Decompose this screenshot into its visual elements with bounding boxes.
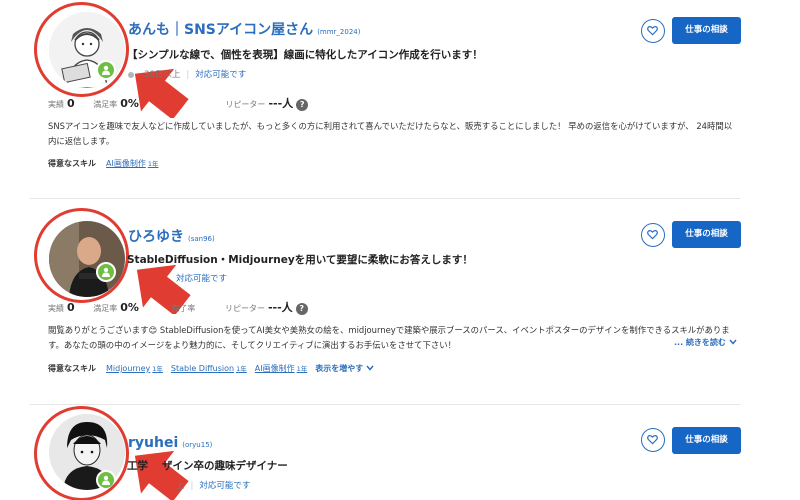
achievements-label: 実績 <box>48 100 64 109</box>
seller-card: あんも｜SNSアイコン屋さん (mmr_2024) 【シンプルな線で、個性を表現】… <box>0 0 800 198</box>
completion-label: 完了率 <box>171 304 196 313</box>
seller-name-row: あんも｜SNSアイコン屋さん (mmr_2024) <box>128 19 360 39</box>
seller-card: ryuhei (oryu15) 工学 ザイン卒の趣味デザイナー 上 | 対応可能です 仕… <box>0 406 800 500</box>
heart-icon <box>647 435 658 445</box>
seller-stats: 実績 0 満足率 0% 完了率 リピーター ---人? <box>48 299 308 315</box>
seller-headline: StableDiffusion・Midjourneyを用いて要望に柔軟にお答えし… <box>127 254 473 266</box>
skill-years: 1年 <box>296 365 308 373</box>
headline-fragment: 工学 <box>127 460 148 472</box>
availability-status: 対応可能です <box>176 274 228 284</box>
last-login-fragment: 上 <box>176 481 185 491</box>
heart-icon <box>647 230 658 240</box>
seller-name-row: ryuhei (oryu15) <box>128 432 212 451</box>
seller-meta: 30日以上 | 対応可能です <box>128 68 246 80</box>
red-circle-highlight <box>34 406 129 500</box>
favorite-button[interactable] <box>641 223 665 247</box>
seller-name-link[interactable]: ひろゆき <box>128 229 184 245</box>
availability-status: 対応可能です <box>199 481 251 491</box>
skills-label: 得意なスキル <box>48 364 96 373</box>
seller-description: SNSアイコンを趣味で友人などに作成していましたが、もっと多くの方に利用されて喜… <box>48 121 733 146</box>
skill-years: 1年 <box>152 365 163 373</box>
satisfaction-value: 0% <box>120 301 139 314</box>
repeaters-value: ---人 <box>267 301 293 314</box>
repeaters-label: リピーター <box>224 304 265 313</box>
read-more-link[interactable]: ... 続きを読む <box>674 337 737 348</box>
seller-name-row: ひろゆき (san96) <box>128 226 215 246</box>
chevron-down-icon <box>729 339 737 345</box>
skill-name: Midjourney <box>106 364 151 373</box>
seller-meta: 上 | 対応可能です <box>176 479 250 491</box>
seller-handle: (mmr_2024) <box>317 28 361 36</box>
achievements-value: 0 <box>67 301 75 314</box>
skill-years: 1年 <box>236 365 247 373</box>
achievements-label: 実績 <box>48 304 64 313</box>
meta-separator: | <box>190 481 194 491</box>
seller-name-link[interactable]: ryuhei <box>128 435 178 451</box>
seller-stats: 実績 0 満足率 0% リピーター ---人? <box>48 95 309 111</box>
consult-button[interactable]: 仕事の相談 <box>672 427 741 454</box>
skill-years: 1年 <box>147 160 159 168</box>
skill-name: Stable Diffusion <box>170 364 235 373</box>
skill-tag[interactable]: AI画像制作 1年 <box>255 364 307 373</box>
seller-skills: 得意なスキル Midjourney 1年 Stable Diffusion 1年 AI画像… <box>48 363 374 374</box>
seller-headline: 工学 ザイン卒の趣味デザイナー <box>127 458 288 473</box>
show-more-label: 表示を増やす <box>315 364 364 373</box>
card-divider <box>30 404 740 405</box>
availability-status: 対応可能です <box>195 70 247 80</box>
meta-separator: | <box>186 70 190 80</box>
satisfaction-label: 満足率 <box>93 100 118 109</box>
heart-icon <box>647 26 658 36</box>
repeaters-value: ---人 <box>268 97 294 110</box>
seller-meta: 対応可能です <box>176 272 227 284</box>
chevron-down-icon <box>366 365 374 371</box>
seller-name-link[interactable]: あんも｜SNSアイコン屋さん <box>128 22 313 38</box>
skill-tag[interactable]: AI画像制作 1年 <box>106 159 158 168</box>
skill-tag[interactable]: Stable Diffusion 1年 <box>171 364 247 373</box>
achievements-value: 0 <box>67 97 75 110</box>
red-circle-highlight <box>34 2 129 97</box>
consult-button[interactable]: 仕事の相談 <box>672 17 741 44</box>
seller-description: 閲覧ありがとうございます😊 StableDiffusionを使ってAI美女や美熟… <box>48 325 730 350</box>
skill-name: AI画像制作 <box>106 159 146 168</box>
headline-fragment: ザイン卒の趣味デザイナー <box>162 460 288 472</box>
card-divider <box>30 198 740 199</box>
read-more-label: ... 続きを読む <box>674 338 726 347</box>
seller-handle: (san96) <box>188 235 215 243</box>
seller-handle: (oryu15) <box>182 441 213 449</box>
seller-headline: 【シンプルな線で、個性を表現】線画に特化したアイコン作成を行います！ <box>127 49 483 61</box>
seller-skills: 得意なスキル AI画像制作 1年 <box>48 158 166 169</box>
last-login: 30日以上 <box>144 70 181 80</box>
repeaters-label: リピーター <box>225 100 266 109</box>
login-status-dot <box>128 71 134 78</box>
seller-card: ひろゆき (san96) StableDiffusion・Midjourneyを用… <box>0 208 800 404</box>
skill-name: AI画像制作 <box>254 364 295 373</box>
skills-label: 得意なスキル <box>48 159 96 168</box>
question-icon[interactable]: ? <box>296 98 309 111</box>
consult-button[interactable]: 仕事の相談 <box>672 221 741 248</box>
favorite-button[interactable] <box>641 428 665 452</box>
question-icon[interactable]: ? <box>295 302 308 315</box>
satisfaction-value: 0% <box>120 97 139 110</box>
skill-tag[interactable]: Midjourney 1年 <box>106 364 163 373</box>
show-more-skills-button[interactable]: 表示を増やす <box>315 364 374 373</box>
red-circle-highlight <box>34 208 129 303</box>
satisfaction-label: 満足率 <box>93 304 118 313</box>
favorite-button[interactable] <box>641 19 665 43</box>
